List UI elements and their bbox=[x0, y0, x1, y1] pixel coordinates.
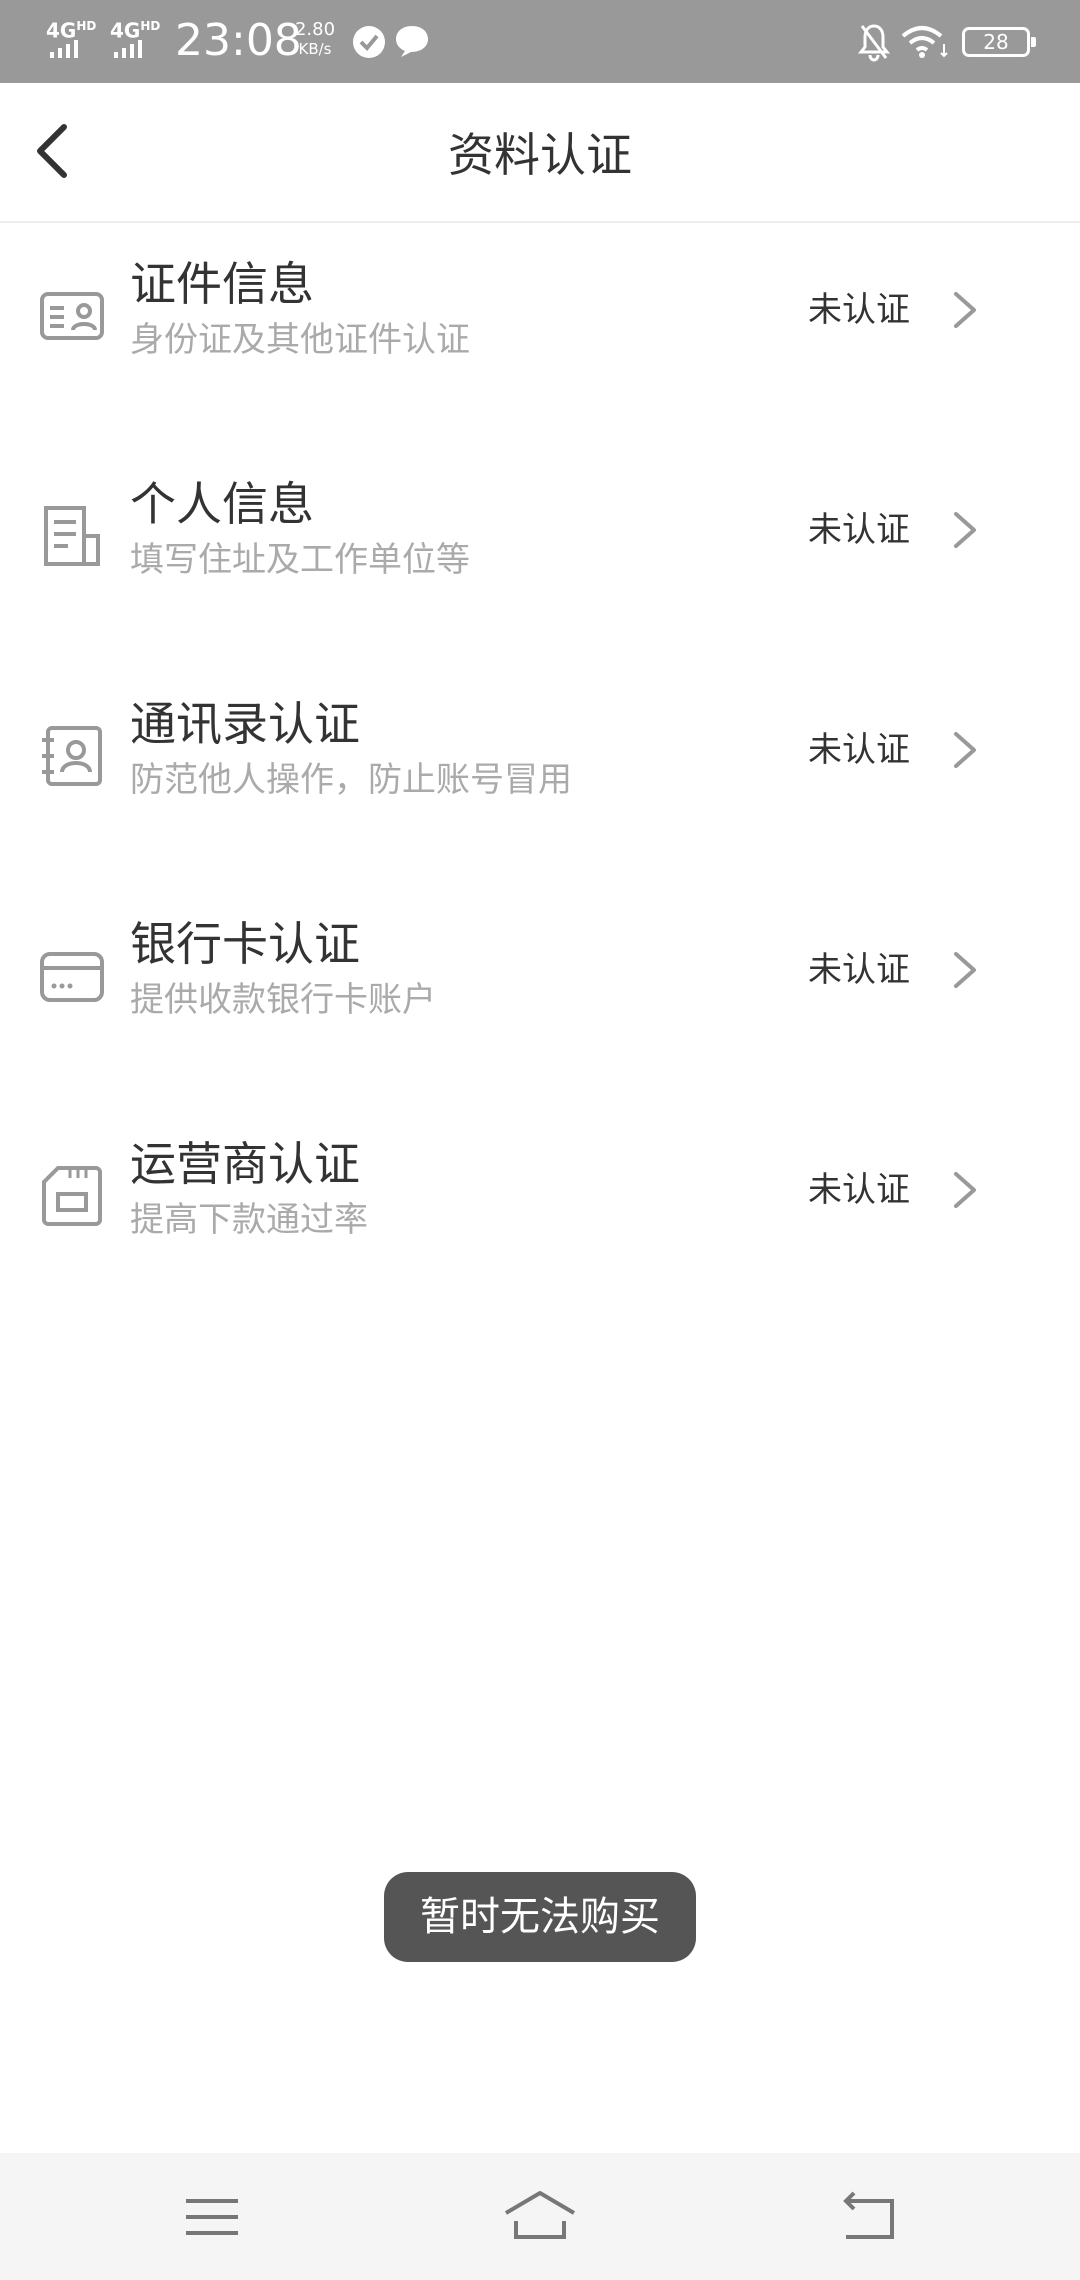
status-time: 23:08 bbox=[175, 15, 302, 66]
page-title: 资料认证 bbox=[448, 128, 632, 182]
status-label: 未认证 bbox=[808, 950, 910, 990]
item-title: 通讯录认证 bbox=[130, 697, 360, 751]
home-button[interactable] bbox=[480, 2173, 600, 2261]
chat-bubble-icon bbox=[396, 26, 428, 57]
status-label: 未认证 bbox=[808, 730, 910, 770]
navigation-bar bbox=[0, 2153, 1080, 2280]
item-subtitle: 填写住址及工作单位等 bbox=[130, 540, 470, 580]
network-indicator-2: 4GHD bbox=[110, 18, 161, 43]
battery-icon: 28 bbox=[962, 27, 1036, 57]
list-item-contacts[interactable]: 通讯录认证 防范他人操作，防止账号冒用 未认证 bbox=[0, 650, 1080, 870]
list-item-id-info[interactable]: 证件信息 身份证及其他证件认证 未认证 bbox=[0, 210, 1080, 430]
chevron-right-icon bbox=[954, 292, 976, 328]
menu-icon bbox=[186, 2199, 238, 2235]
item-title: 银行卡认证 bbox=[130, 917, 360, 971]
document-icon bbox=[44, 506, 100, 566]
item-subtitle: 防范他人操作，防止账号冒用 bbox=[130, 760, 572, 800]
back-nav-button[interactable] bbox=[808, 2173, 928, 2261]
chevron-right-icon bbox=[954, 732, 976, 768]
list-item-personal-info[interactable]: 个人信息 填写住址及工作单位等 未认证 bbox=[0, 430, 1080, 650]
item-subtitle: 身份证及其他证件认证 bbox=[130, 320, 470, 360]
network-speed-unit: KB/s bbox=[298, 40, 332, 58]
home-icon bbox=[504, 2191, 576, 2239]
chevron-right-icon bbox=[954, 952, 976, 988]
list-item-carrier[interactable]: 运营商认证 提高下款通过率 未认证 bbox=[0, 1090, 1080, 1310]
status-label: 未认证 bbox=[808, 1170, 910, 1210]
network-speed-value: 2.80 bbox=[294, 19, 336, 40]
signal-strength-1-icon bbox=[50, 40, 90, 58]
item-title: 运营商认证 bbox=[130, 1137, 360, 1191]
bell-off-icon bbox=[858, 24, 890, 62]
item-title: 证件信息 bbox=[130, 257, 314, 311]
network-indicator-1: 4GHD bbox=[46, 18, 97, 43]
back-icon bbox=[843, 2191, 894, 2239]
id-card-icon bbox=[40, 292, 104, 340]
chevron-right-icon bbox=[954, 1172, 976, 1208]
list-item-bank-card[interactable]: 银行卡认证 提供收款银行卡账户 未认证 bbox=[0, 870, 1080, 1090]
wifi-icon bbox=[901, 26, 948, 58]
sim-card-icon bbox=[42, 1166, 102, 1226]
item-title: 个人信息 bbox=[130, 477, 314, 531]
status-label: 未认证 bbox=[808, 510, 910, 550]
menu-button[interactable] bbox=[152, 2173, 272, 2261]
header: 资料认证 bbox=[0, 83, 1080, 223]
item-subtitle: 提供收款银行卡账户 bbox=[130, 980, 436, 1020]
toast-message: 暂时无法购买 bbox=[384, 1872, 696, 1962]
signal-strength-2-icon bbox=[114, 40, 154, 58]
network-speed: 2.80 KB/s bbox=[292, 19, 338, 59]
check-circle-icon bbox=[353, 26, 385, 58]
contacts-book-icon bbox=[42, 726, 102, 786]
chevron-right-icon bbox=[954, 512, 976, 548]
bank-card-icon bbox=[40, 952, 104, 1002]
status-label: 未认证 bbox=[808, 290, 910, 330]
item-subtitle: 提高下款通过率 bbox=[130, 1200, 368, 1240]
status-bar: 4GHD 4GHD 23:08 2.80 KB/s 28 bbox=[0, 0, 1080, 83]
